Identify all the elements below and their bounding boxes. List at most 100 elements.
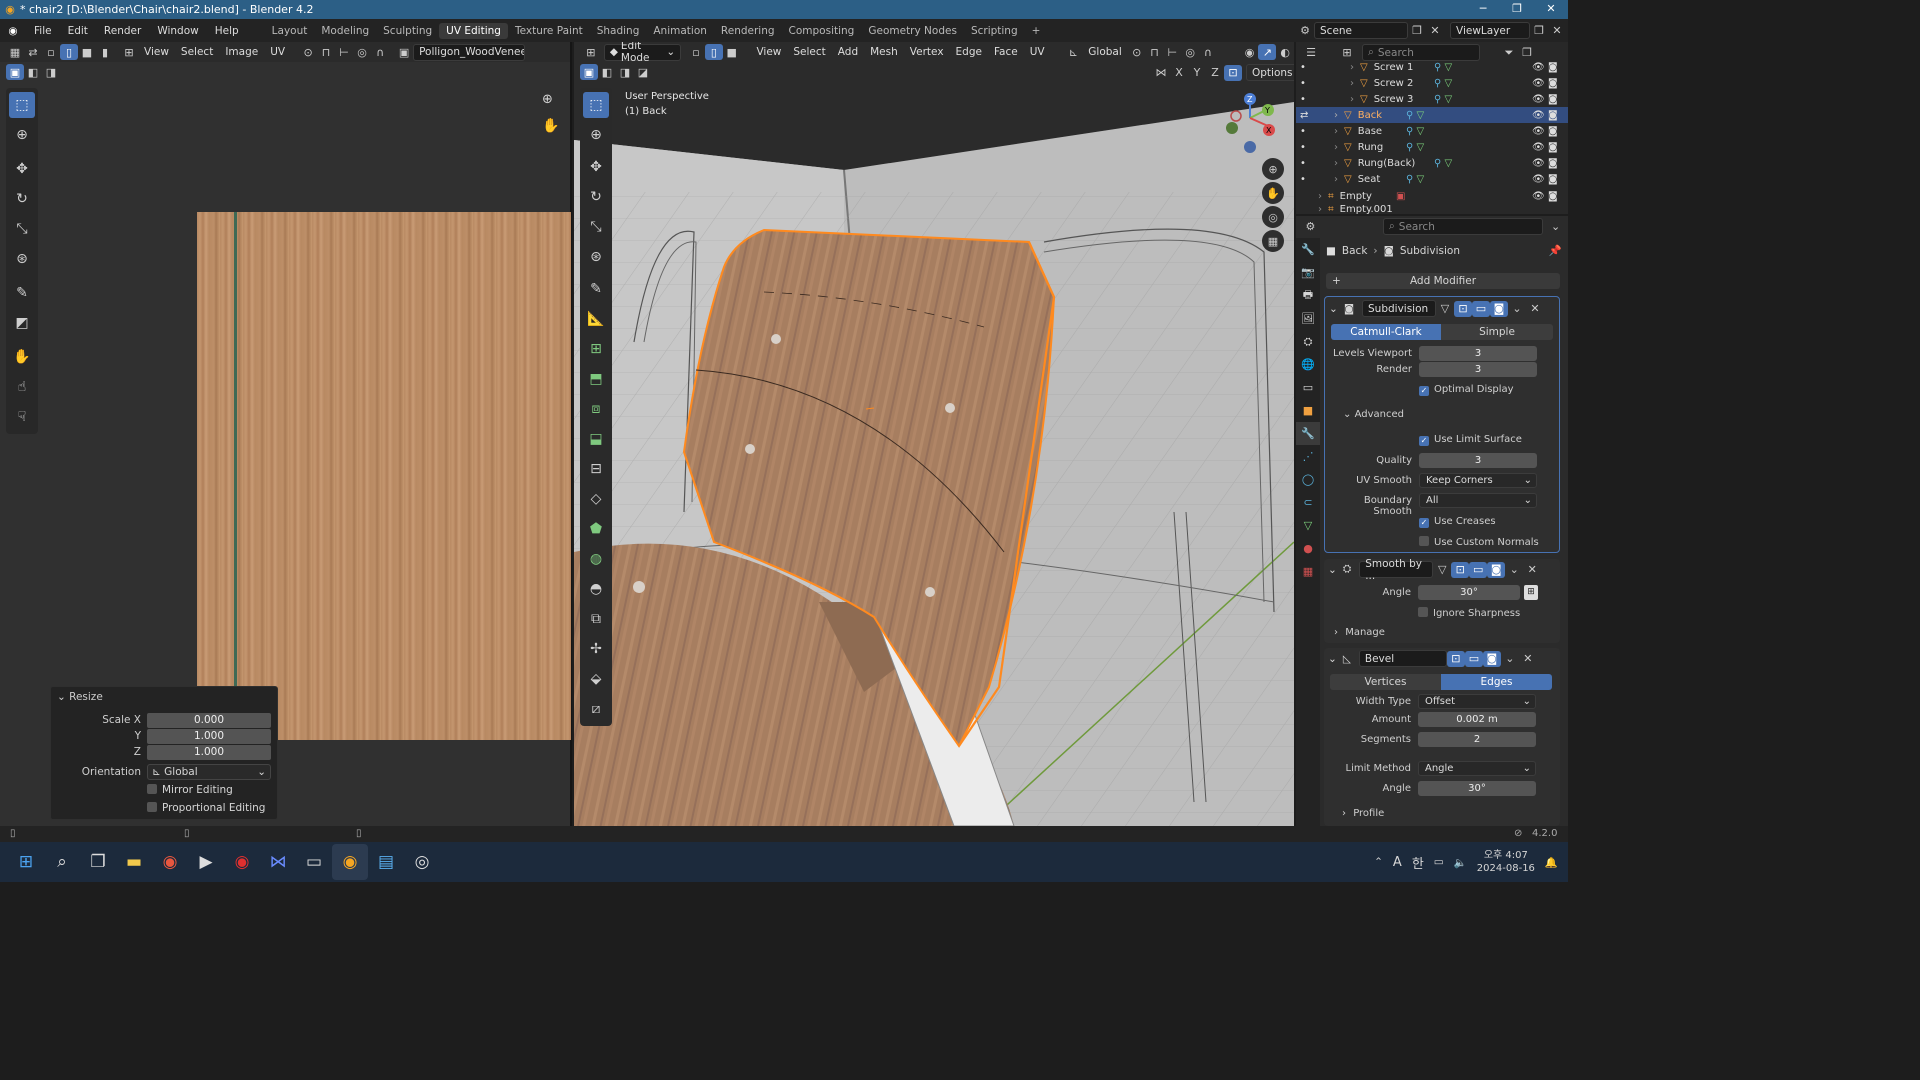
ime-mode-indicator[interactable]: A (1393, 855, 1402, 870)
collapse-icon[interactable]: ⌄ (1328, 653, 1337, 665)
segments-field[interactable]: 2 (1418, 732, 1536, 747)
island-select-icon[interactable]: ▮ (96, 44, 114, 60)
maximize-button[interactable]: ❐ (1500, 0, 1534, 19)
proportional-icon[interactable]: ◎ (1181, 44, 1199, 60)
vp-menu-add[interactable]: Add (832, 46, 864, 58)
tab-uv-editing[interactable]: UV Editing (439, 22, 508, 39)
proportional-edit-icon[interactable]: ◎ (353, 44, 371, 60)
minimize-button[interactable]: ─ (1466, 0, 1500, 19)
image-name-field[interactable]: Polligon_WoodVeneerOa (413, 43, 526, 61)
tool-tab-icon[interactable]: 🔧 (1296, 238, 1320, 261)
simple-tab[interactable]: Simple (1441, 324, 1553, 340)
visibility-eye-icon[interactable]: 👁 (1532, 158, 1545, 169)
mirror-y-toggle[interactable]: Y (1188, 65, 1206, 81)
proportional-falloff-icon[interactable]: ∩ (1199, 44, 1217, 60)
outliner-item-seat[interactable]: Seat (1358, 174, 1381, 185)
search-icon[interactable]: ⌕ (44, 844, 80, 880)
render-camera-icon[interactable]: ◙ (1548, 78, 1558, 89)
menu-help[interactable]: Help (207, 25, 247, 37)
mirror-x-toggle[interactable]: X (1170, 65, 1188, 81)
collection-tab-icon[interactable]: ▭ (1296, 376, 1320, 399)
loop-cut-tool-icon[interactable]: ⊟ (583, 456, 609, 482)
vp-rotate-tool-icon[interactable]: ↻ (583, 184, 609, 210)
close-button[interactable]: ✕ (1534, 0, 1568, 19)
quality-field[interactable]: 3 (1419, 453, 1537, 468)
select-extend-icon[interactable]: ◧ (24, 64, 42, 80)
outliner-item-empty-001[interactable]: Empty.001 (1340, 204, 1393, 214)
add-modifier-button[interactable]: + Add Modifier (1326, 273, 1560, 289)
tab-animation[interactable]: Animation (646, 23, 714, 39)
grab-tool-icon[interactable]: ✋ (9, 344, 35, 370)
spin-tool-icon[interactable]: ◍ (583, 546, 609, 572)
uv-menu-view[interactable]: View (138, 46, 175, 58)
remove-scene-icon[interactable]: ✕ (1426, 23, 1444, 39)
subdivision-name-field[interactable]: Subdivision (1362, 300, 1436, 317)
image-browse-icon[interactable]: ▣ (395, 44, 413, 60)
edge-slide-tool-icon[interactable]: ⧉ (583, 606, 609, 632)
task-view-icon[interactable]: ❐ (80, 844, 116, 880)
tab-shading[interactable]: Shading (590, 23, 647, 39)
vp-scale-tool-icon[interactable]: ⤡ (583, 214, 609, 240)
edge-select-icon[interactable]: ▯ (60, 44, 78, 60)
smooth-name-field[interactable]: Smooth by ... (1359, 558, 1434, 582)
overlay-icon[interactable]: ◐ (1276, 44, 1294, 60)
3d-viewport[interactable]: ⊞ ◆ Edit Mode ⌄ ▫ ▯ ■ View Select Add Me… (574, 42, 1294, 826)
remove-modifier-icon[interactable]: ✕ (1523, 562, 1541, 578)
bevel-angle-field[interactable]: 30° (1418, 781, 1536, 796)
editor-type-icon[interactable]: ▦ (6, 44, 24, 60)
vp-select-invert-icon[interactable]: ◪ (634, 64, 652, 80)
transform-tool-icon[interactable]: ⊛ (9, 246, 35, 272)
visibility-eye-icon[interactable]: 👁 (1532, 191, 1545, 202)
smooth-angle-field[interactable]: 30° (1418, 585, 1520, 600)
bevel-name-field[interactable]: Bevel (1358, 650, 1447, 667)
render-camera-icon[interactable]: ◙ (1548, 94, 1558, 105)
on-cage-toggle-icon[interactable]: ⊡ (1454, 300, 1472, 317)
render-tab-icon[interactable]: 📷 (1296, 261, 1320, 284)
viewport-editor-type-icon[interactable]: ⊞ (582, 44, 600, 60)
terminal-icon[interactable]: ▭ (296, 844, 332, 880)
shrink-fatten-tool-icon[interactable]: ✢ (583, 636, 609, 662)
blender-taskbar-icon[interactable]: ◉ (332, 844, 368, 880)
render-toggle-icon[interactable]: ◙ (1490, 300, 1508, 317)
boundary-smooth-dropdown[interactable]: All ⌄ (1419, 493, 1537, 508)
vp-menu-vertex[interactable]: Vertex (904, 46, 950, 58)
transform-orientation-dropdown[interactable]: Global (1082, 46, 1128, 58)
vp-measure-tool-icon[interactable]: 📐 (583, 306, 609, 332)
sync-selection-icon[interactable]: ⇄ (24, 44, 42, 60)
outliner-item-base[interactable]: Base (1358, 126, 1382, 137)
uv-menu-uv[interactable]: UV (264, 46, 291, 58)
tab-scripting[interactable]: Scripting (964, 23, 1025, 39)
media-player-icon[interactable]: ▶ (188, 844, 224, 880)
hangul-indicator[interactable]: 한 (1412, 853, 1424, 872)
poly-build-tool-icon[interactable]: ⬟ (583, 516, 609, 542)
scene-field[interactable]: Scene (1314, 22, 1408, 39)
vertex-mode-icon[interactable]: ▫ (687, 44, 705, 60)
rip-region-tool-icon[interactable]: ⧄ (583, 696, 609, 722)
menu-edit[interactable]: Edit (60, 25, 96, 37)
mode-dropdown[interactable]: ◆ Edit Mode ⌄ (603, 42, 682, 64)
output-tab-icon[interactable]: 🖶 (1296, 284, 1320, 307)
outliner-item-screw-3[interactable]: Screw 3 (1374, 94, 1414, 105)
remove-view-layer-icon[interactable]: ✕ (1548, 23, 1566, 39)
visibility-eye-icon[interactable]: 👁 (1532, 126, 1545, 137)
render-levels-field[interactable]: 3 (1419, 362, 1537, 377)
bevel-tool-icon[interactable]: ⬓ (583, 426, 609, 452)
render-camera-icon[interactable]: ◙ (1548, 142, 1558, 153)
notification-bell-icon[interactable]: 🔔 (1545, 856, 1558, 869)
snap-target-icon[interactable]: ⊢ (1163, 44, 1181, 60)
select-box-mode-icon[interactable]: ▣ (6, 64, 24, 80)
rotate-tool-icon[interactable]: ↻ (9, 186, 35, 212)
visibility-eye-icon[interactable]: 👁 (1532, 94, 1545, 105)
snap-icon[interactable]: ⊓ (317, 44, 335, 60)
orientation-dropdown[interactable]: ⊾ Global ⌄ (147, 764, 271, 780)
physics-tab-icon[interactable]: ◯ (1296, 468, 1320, 491)
vscode-icon[interactable]: ⋈ (260, 844, 296, 880)
face-mode-icon[interactable]: ■ (723, 44, 741, 60)
viewport-toggle-icon[interactable]: ▭ (1464, 650, 1483, 667)
menu-render[interactable]: Render (96, 25, 149, 37)
levels-viewport-field[interactable]: 3 (1419, 346, 1537, 361)
new-view-layer-icon[interactable]: ❐ (1530, 23, 1548, 39)
tab-texture-paint[interactable]: Texture Paint (508, 23, 590, 39)
tab-sculpting[interactable]: Sculpting (376, 23, 439, 39)
vp-select-set-icon[interactable]: ▣ (580, 64, 598, 80)
